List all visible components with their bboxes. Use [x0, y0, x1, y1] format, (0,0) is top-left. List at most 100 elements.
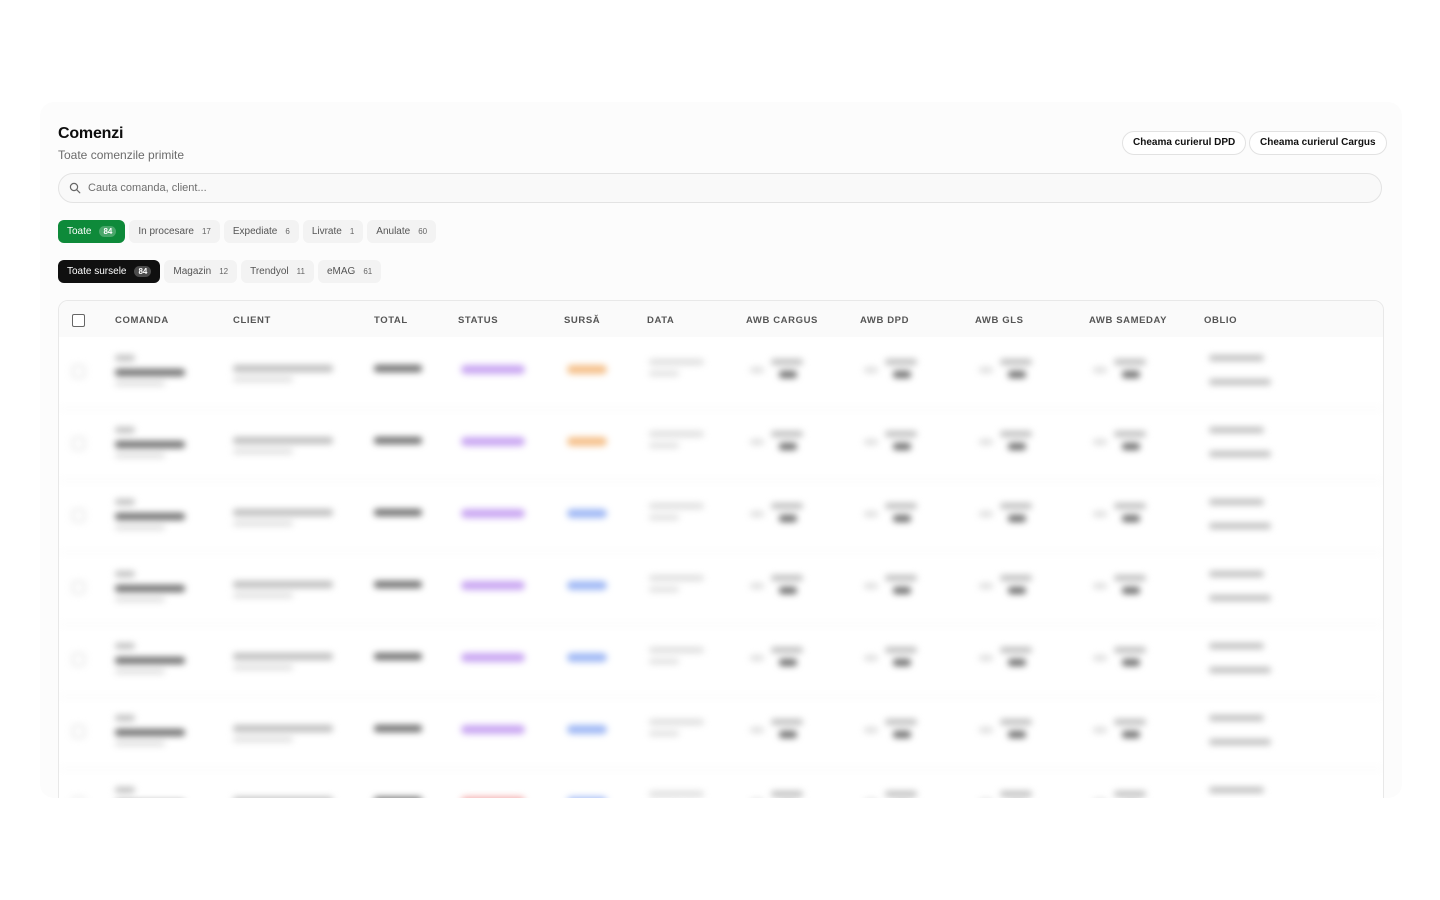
row-checkbox[interactable]	[72, 725, 85, 738]
awb-number	[779, 515, 797, 522]
column-header-sursa[interactable]: SURSĂ	[564, 315, 600, 326]
awb-label	[1114, 575, 1146, 581]
table-row[interactable]	[59, 481, 1383, 553]
filter-status-all[interactable]: Toate 84	[58, 220, 126, 243]
awb-icon	[979, 583, 993, 589]
awb-icon	[1093, 655, 1107, 661]
client-detail	[233, 521, 293, 526]
client-name	[233, 509, 333, 516]
table-row[interactable]	[59, 337, 1383, 409]
client-detail	[233, 449, 293, 454]
awb-icon	[1093, 727, 1107, 733]
column-header-status[interactable]: STATUS	[458, 315, 498, 326]
column-header-awb-gls[interactable]: AWB GLS	[975, 315, 1024, 326]
awb-icon	[864, 367, 878, 373]
table-row[interactable]	[59, 769, 1383, 798]
oblio-status	[1209, 451, 1271, 457]
awb-label	[771, 359, 803, 365]
select-all-checkbox[interactable]	[72, 314, 85, 327]
order-meta	[115, 525, 165, 530]
oblio-invoice	[1209, 355, 1264, 361]
filter-count: 12	[219, 267, 229, 276]
column-header-data[interactable]: DATA	[647, 315, 674, 326]
order-date	[649, 359, 704, 365]
awb-number	[1008, 659, 1026, 666]
order-time	[649, 515, 679, 520]
call-dpd-courier-button[interactable]: Cheama curierul DPD	[1122, 131, 1247, 155]
filter-status-shipped[interactable]: Expediate 6	[223, 220, 299, 243]
filter-source-emag[interactable]: eMAG 61	[317, 260, 382, 283]
filter-status-cancelled[interactable]: Anulate 60	[367, 220, 437, 243]
awb-label	[1000, 431, 1032, 437]
awb-number	[1008, 443, 1026, 450]
row-checkbox[interactable]	[72, 581, 85, 594]
row-checkbox[interactable]	[72, 437, 85, 450]
awb-number	[779, 587, 797, 594]
orders-table: COMANDA CLIENT TOTAL STATUS SURSĂ DATA A…	[58, 300, 1384, 798]
order-time	[649, 659, 679, 664]
column-header-awb-sameday[interactable]: AWB SAMEDAY	[1089, 315, 1167, 326]
source-badge	[567, 509, 607, 518]
search-field[interactable]: Cauta comanda, client...	[58, 173, 1382, 203]
search-input[interactable]: Cauta comanda, client...	[88, 182, 207, 194]
row-checkbox[interactable]	[72, 509, 85, 522]
order-total	[374, 581, 422, 588]
awb-label	[885, 647, 917, 653]
client-name	[233, 581, 333, 588]
column-header-total[interactable]: TOTAL	[374, 315, 408, 326]
source-badge	[567, 437, 607, 446]
awb-number	[893, 659, 911, 666]
table-row[interactable]	[59, 553, 1383, 625]
filter-status-delivered[interactable]: Livrate 1	[302, 220, 364, 243]
awb-label	[1000, 719, 1032, 725]
column-header-awb-cargus[interactable]: AWB CARGUS	[746, 315, 818, 326]
oblio-invoice	[1209, 787, 1264, 793]
awb-icon	[750, 439, 764, 445]
awb-icon	[979, 367, 993, 373]
awb-number	[893, 731, 911, 738]
table-row[interactable]	[59, 409, 1383, 481]
awb-label	[1000, 359, 1032, 365]
awb-number	[1122, 659, 1140, 666]
awb-number	[1122, 371, 1140, 378]
awb-number	[1008, 371, 1026, 378]
oblio-invoice	[1209, 499, 1264, 505]
awb-icon	[750, 583, 764, 589]
order-id	[115, 369, 185, 376]
awb-number	[779, 371, 797, 378]
filter-status-processing[interactable]: In procesare 17	[129, 220, 220, 243]
table-row[interactable]	[59, 697, 1383, 769]
column-header-client[interactable]: CLIENT	[233, 315, 271, 326]
filter-label: Toate	[67, 226, 92, 237]
awb-label	[771, 575, 803, 581]
awb-label	[885, 431, 917, 437]
awb-label	[771, 647, 803, 653]
awb-icon	[864, 583, 878, 589]
call-cargus-courier-button[interactable]: Cheama curierul Cargus	[1249, 131, 1387, 155]
client-name	[233, 797, 333, 798]
order-time	[649, 587, 679, 592]
order-id	[115, 585, 185, 592]
page-subtitle: Toate comenzile primite	[58, 148, 185, 162]
column-header-awb-dpd[interactable]: AWB DPD	[860, 315, 909, 326]
filter-source-all[interactable]: Toate sursele 84	[58, 260, 161, 283]
order-number	[115, 715, 135, 721]
awb-label	[1114, 431, 1146, 437]
row-checkbox[interactable]	[72, 365, 85, 378]
filter-source-trendyol[interactable]: Trendyol 11	[241, 260, 314, 283]
order-date	[649, 575, 704, 581]
source-badge	[567, 653, 607, 662]
table-row[interactable]	[59, 625, 1383, 697]
column-header-comanda[interactable]: COMANDA	[115, 315, 169, 326]
awb-number	[1122, 515, 1140, 522]
filter-count: 60	[418, 227, 428, 236]
filter-source-magazin[interactable]: Magazin 12	[164, 260, 238, 283]
oblio-status	[1209, 739, 1271, 745]
column-header-oblio[interactable]: OBLIO	[1204, 315, 1237, 326]
awb-number	[1008, 515, 1026, 522]
status-badge	[461, 581, 525, 590]
row-checkbox[interactable]	[72, 653, 85, 666]
row-checkbox[interactable]	[72, 797, 85, 798]
order-total	[374, 653, 422, 660]
filter-label: In procesare	[138, 226, 194, 237]
